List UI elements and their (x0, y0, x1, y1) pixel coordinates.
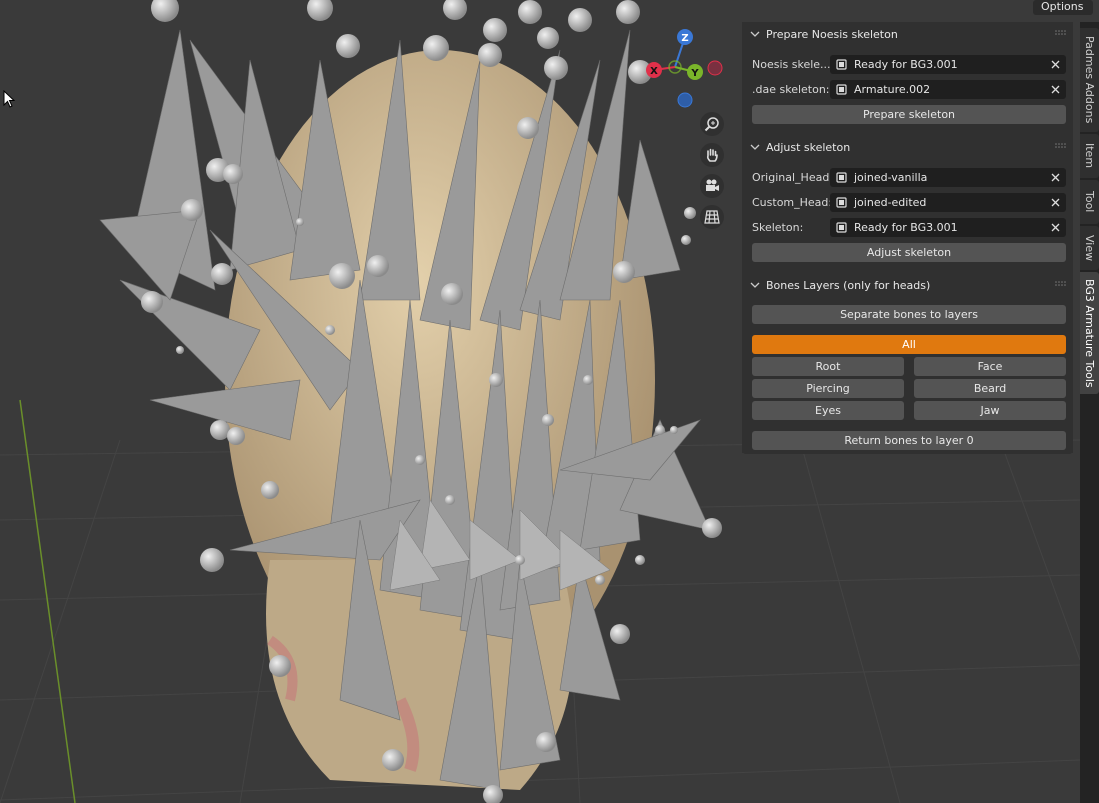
layer-eyes-button[interactable]: Eyes (752, 401, 904, 420)
gizmo-y-label: Y (690, 68, 699, 79)
drag-grip-icon[interactable] (1055, 30, 1067, 36)
chevron-down-icon (750, 31, 760, 37)
custom-head-field[interactable]: joined-edited (830, 192, 1066, 212)
clear-icon[interactable] (1051, 223, 1060, 232)
adjust-skeleton-section: Adjust skeleton Original_Head: joined-va… (742, 135, 1073, 267)
layer-piercing-button[interactable]: Piercing (752, 379, 904, 398)
noesis-skeleton-field[interactable]: Ready for BG3.001 (830, 54, 1066, 74)
object-icon (836, 221, 847, 233)
zoom-icon[interactable] (700, 112, 724, 136)
layer-jaw-button[interactable]: Jaw (914, 401, 1066, 420)
drag-grip-icon[interactable] (1055, 143, 1067, 149)
skeleton-row: Skeleton: Ready for BG3.001 (752, 217, 1066, 237)
bones-layers-section: Bones Layers (only for heads) Separate b… (742, 273, 1073, 453)
tab-bg3-armature-tools-label: BG3 Armature Tools (1083, 278, 1096, 388)
options-label: Options (1041, 0, 1084, 13)
dae-skeleton-row: .dae skeleton: Armature.002 (752, 79, 1066, 99)
tab-item-label: Item (1083, 143, 1096, 169)
tab-tool-label: Tool (1083, 191, 1096, 213)
adjust-skeleton-title: Adjust skeleton (766, 140, 851, 154)
noesis-skeleton-row: Noesis skele... Ready for BG3.001 (752, 54, 1066, 74)
options-dropdown[interactable]: Options (1033, 0, 1093, 15)
return-bones-button[interactable]: Return bones to layer 0 (752, 431, 1066, 450)
custom-head-value: joined-edited (854, 195, 927, 209)
prepare-noesis-header[interactable]: Prepare Noesis skeleton (742, 22, 1073, 46)
custom-head-label: Custom_Head: (752, 195, 830, 209)
bones-layers-title: Bones Layers (only for heads) (766, 278, 931, 292)
tab-view-label: View (1083, 234, 1096, 262)
original-head-label: Original_Head: (752, 170, 830, 184)
chevron-down-icon (750, 144, 760, 150)
object-icon (836, 58, 847, 70)
tab-padmes-addons[interactable]: Padmes Addons (1080, 28, 1099, 132)
prepare-noesis-title: Prepare Noesis skeleton (766, 27, 898, 41)
chevron-down-icon (750, 282, 760, 288)
hand-pan-icon[interactable] (700, 143, 724, 167)
sidebar-tab-strip: Padmes Addons Item Tool View BG3 Armatur… (1080, 22, 1099, 803)
mouse-cursor-icon (3, 90, 15, 108)
prepare-noesis-section: Prepare Noesis skeleton Noesis skele... … (742, 22, 1073, 128)
object-icon (836, 196, 847, 208)
separate-bones-button[interactable]: Separate bones to layers (752, 305, 1066, 324)
original-head-value: joined-vanilla (854, 170, 928, 184)
dae-skeleton-label: .dae skeleton: (752, 82, 830, 96)
original-head-field[interactable]: joined-vanilla (830, 167, 1066, 187)
camera-icon[interactable] (700, 174, 724, 198)
adjust-skeleton-button[interactable]: Adjust skeleton (752, 243, 1066, 262)
prepare-skeleton-button[interactable]: Prepare skeleton (752, 105, 1066, 124)
clear-icon[interactable] (1051, 85, 1060, 94)
skeleton-label: Skeleton: (752, 220, 804, 234)
tab-view[interactable]: View (1080, 226, 1099, 270)
original-head-row: Original_Head: joined-vanilla (752, 167, 1066, 187)
gizmo-z-label: Z (681, 33, 688, 44)
object-icon (836, 171, 847, 183)
custom-head-row: Custom_Head: joined-edited (752, 192, 1066, 212)
layer-beard-button[interactable]: Beard (914, 379, 1066, 398)
noesis-skeleton-value: Ready for BG3.001 (854, 57, 958, 71)
dae-skeleton-field[interactable]: Armature.002 (830, 79, 1066, 99)
bones-layers-header[interactable]: Bones Layers (only for heads) (742, 273, 1073, 297)
layer-face-button[interactable]: Face (914, 357, 1066, 376)
clear-icon[interactable] (1051, 173, 1060, 182)
drag-grip-icon[interactable] (1055, 281, 1067, 287)
gizmo-x-label: X (650, 66, 658, 77)
viewport-navigation (700, 112, 726, 236)
grid-ortho-icon[interactable] (700, 205, 724, 229)
noesis-skeleton-label: Noesis skele... (752, 57, 830, 71)
clear-icon[interactable] (1051, 198, 1060, 207)
object-icon (836, 83, 847, 95)
adjust-skeleton-header[interactable]: Adjust skeleton (742, 135, 1073, 159)
sidebar-panel: Prepare Noesis skeleton Noesis skele... … (742, 22, 1073, 454)
layer-root-button[interactable]: Root (752, 357, 904, 376)
tab-item[interactable]: Item (1080, 134, 1099, 178)
dae-skeleton-value: Armature.002 (854, 82, 931, 96)
tab-padmes-addons-label: Padmes Addons (1083, 36, 1096, 124)
layer-all-button[interactable]: All (752, 335, 1066, 354)
skeleton-field[interactable]: Ready for BG3.001 (830, 217, 1066, 237)
skeleton-value: Ready for BG3.001 (854, 220, 958, 234)
tab-tool[interactable]: Tool (1080, 180, 1099, 224)
tab-bg3-armature-tools[interactable]: BG3 Armature Tools (1080, 272, 1099, 394)
clear-icon[interactable] (1051, 60, 1060, 69)
